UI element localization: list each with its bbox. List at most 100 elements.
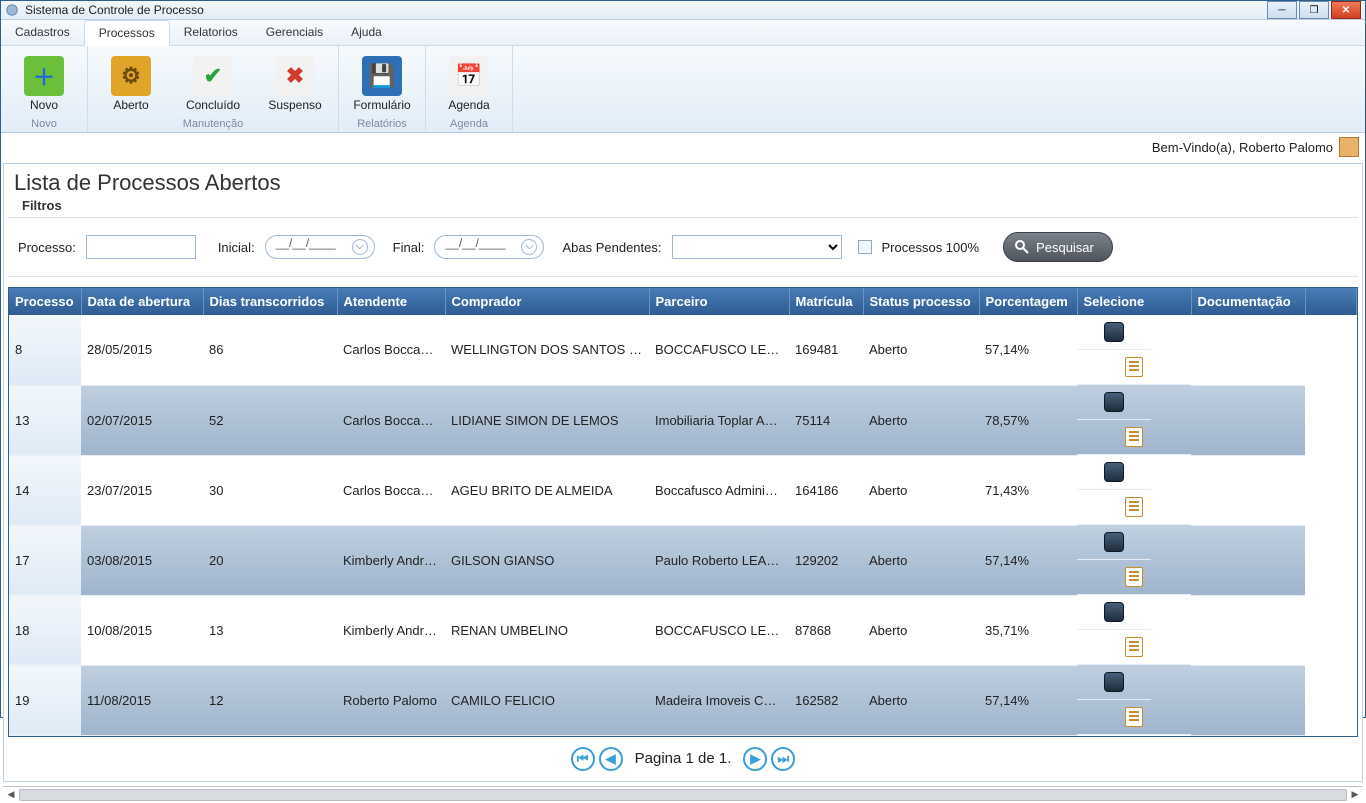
cell-selecione bbox=[1077, 455, 1151, 490]
cell-dias: 20 bbox=[203, 525, 337, 595]
menu-cadastros[interactable]: Cadastros bbox=[1, 20, 84, 45]
select-icon[interactable] bbox=[1104, 462, 1124, 482]
abas-select[interactable] bbox=[672, 235, 842, 259]
maximize-button[interactable]: ❐ bbox=[1299, 1, 1329, 19]
ribbon-button-label: Formulário bbox=[353, 98, 410, 112]
ribbon-group-relatórios: 💾FormulárioRelatórios bbox=[339, 46, 426, 132]
cell-dias: 12 bbox=[203, 665, 337, 735]
column-header[interactable]: Processo bbox=[9, 288, 81, 315]
ribbon-agenda-button[interactable]: 📅Agenda bbox=[430, 52, 508, 116]
document-icon[interactable] bbox=[1125, 567, 1143, 587]
table-row[interactable]: 828/05/201586Carlos BoccaFuscoWELLINGTON… bbox=[9, 315, 1357, 385]
content-panel: Lista de Processos Abertos Filtros Proce… bbox=[3, 163, 1363, 782]
cell-dias: 52 bbox=[203, 385, 337, 455]
cell-matricula: 75114 bbox=[789, 385, 863, 455]
menu-processos[interactable]: Processos bbox=[84, 20, 170, 46]
cell-status: Aberto bbox=[863, 385, 979, 455]
column-header[interactable]: Selecione bbox=[1077, 288, 1191, 315]
label-abas: Abas Pendentes: bbox=[562, 240, 661, 255]
table-row[interactable]: 1423/07/201530Carlos BoccaFuscoAGEU BRIT… bbox=[9, 455, 1357, 525]
document-icon[interactable] bbox=[1125, 357, 1143, 377]
column-header[interactable]: Parceiro bbox=[649, 288, 789, 315]
cell-parceiro: Imobiliaria Toplar Admini bbox=[649, 385, 789, 455]
column-header[interactable]: Matrícula bbox=[789, 288, 863, 315]
scroll-right-icon[interactable]: ▶ bbox=[1347, 787, 1363, 803]
column-header[interactable]: Data de abertura bbox=[81, 288, 203, 315]
cross-icon: ✖ bbox=[275, 56, 315, 96]
processo-input[interactable] bbox=[86, 235, 196, 259]
welcome-text: Bem-Vindo(a), Roberto Palomo bbox=[1152, 140, 1333, 155]
select-icon[interactable] bbox=[1104, 532, 1124, 552]
cell-pct: 35,71% bbox=[979, 595, 1077, 665]
final-input[interactable]: __/__/____ bbox=[434, 235, 544, 259]
table-row[interactable]: 1810/08/201513Kimberly AndressaRENAN UMB… bbox=[9, 595, 1357, 665]
select-icon[interactable] bbox=[1104, 602, 1124, 622]
cell-matricula: 162582 bbox=[789, 665, 863, 735]
column-header[interactable]: Documentação bbox=[1191, 288, 1305, 315]
pager-next-button[interactable]: ▶ bbox=[743, 747, 767, 771]
menubar: CadastrosProcessosRelatoriosGerenciaisAj… bbox=[1, 20, 1365, 46]
ribbon-aberto-button[interactable]: ⚙ Aberto bbox=[92, 52, 170, 116]
column-header[interactable]: Atendente bbox=[337, 288, 445, 315]
menu-ajuda[interactable]: Ajuda bbox=[337, 20, 396, 45]
cell-comprador: CAMILO FELICIO bbox=[445, 665, 649, 735]
select-icon[interactable] bbox=[1104, 672, 1124, 692]
ribbon-formulário-button[interactable]: 💾Formulário bbox=[343, 52, 421, 116]
select-icon[interactable] bbox=[1104, 322, 1124, 342]
ribbon-button-label: Agenda bbox=[448, 98, 489, 112]
ribbon-suspenso-button[interactable]: ✖Suspenso bbox=[256, 52, 334, 116]
document-icon[interactable] bbox=[1125, 707, 1143, 727]
scroll-left-icon[interactable]: ◀ bbox=[3, 787, 19, 803]
table-row[interactable]: 1302/07/201552Carlos BoccaFuscoLIDIANE S… bbox=[9, 385, 1357, 455]
document-icon[interactable] bbox=[1125, 637, 1143, 657]
menu-gerenciais[interactable]: Gerenciais bbox=[252, 20, 337, 45]
cell-parceiro: Boccafusco Administração bbox=[649, 455, 789, 525]
close-button[interactable]: ✕ bbox=[1331, 1, 1361, 19]
cell-status: Aberto bbox=[863, 455, 979, 525]
ribbon-button-label: Aberto bbox=[113, 98, 148, 112]
column-header[interactable]: Dias transcorridos bbox=[203, 288, 337, 315]
pager-prev-button[interactable]: ◀ bbox=[599, 747, 623, 771]
inicial-input[interactable]: __/__/____ bbox=[265, 235, 375, 259]
column-header[interactable]: Status processo bbox=[863, 288, 979, 315]
pager-last-button[interactable]: ⏭ bbox=[771, 747, 795, 771]
scrollbar-thumb[interactable] bbox=[19, 789, 1347, 801]
select-icon[interactable] bbox=[1104, 392, 1124, 412]
cell-comprador: AGEU BRITO DE ALMEIDA bbox=[445, 455, 649, 525]
window-buttons: ─ ❐ ✕ bbox=[1265, 1, 1361, 19]
search-icon bbox=[1014, 239, 1030, 255]
cell-status: Aberto bbox=[863, 595, 979, 665]
column-header[interactable]: Comprador bbox=[445, 288, 649, 315]
cell-dias: 86 bbox=[203, 315, 337, 385]
processos100-checkbox[interactable] bbox=[858, 240, 872, 254]
table-row[interactable]: 1703/08/201520Kimberly AndressaGILSON GI… bbox=[9, 525, 1357, 595]
pager-text: Pagina 1 de 1. bbox=[635, 750, 732, 767]
cell-matricula: 169481 bbox=[789, 315, 863, 385]
ribbon-concluído-button[interactable]: ✔Concluído bbox=[174, 52, 252, 116]
menu-relatorios[interactable]: Relatorios bbox=[170, 20, 252, 45]
table-row[interactable]: 1911/08/201512Roberto PalomoCAMILO FELIC… bbox=[9, 665, 1357, 735]
cell-data: 23/07/2015 bbox=[81, 455, 203, 525]
cell-matricula: 129202 bbox=[789, 525, 863, 595]
cell-comprador: RENAN UMBELINO bbox=[445, 595, 649, 665]
label-final: Final: bbox=[393, 240, 425, 255]
document-icon[interactable] bbox=[1125, 497, 1143, 517]
filter-row: Processo: Inicial: __/__/____ Final: __/… bbox=[8, 218, 1358, 277]
column-header[interactable]: Porcentagem bbox=[979, 288, 1077, 315]
ribbon: ＋NovoNovo⚙Aberto✔Concluído✖SuspensoManut… bbox=[1, 46, 1365, 133]
pager-first-button[interactable]: ⏮ bbox=[571, 747, 595, 771]
cell-parceiro: Madeira Imoveis Compra bbox=[649, 665, 789, 735]
search-button[interactable]: Pesquisar bbox=[1003, 232, 1113, 262]
avatar[interactable] bbox=[1339, 137, 1359, 157]
cell-pct: 57,14% bbox=[979, 525, 1077, 595]
horizontal-scrollbar[interactable]: ◀ ▶ bbox=[3, 786, 1363, 787]
label-inicial: Inicial: bbox=[218, 240, 255, 255]
ribbon-novo-button[interactable]: ＋Novo bbox=[5, 52, 83, 116]
minimize-button[interactable]: ─ bbox=[1267, 1, 1297, 19]
cell-selecione bbox=[1077, 595, 1151, 630]
ribbon-button-label: Concluído bbox=[186, 98, 240, 112]
cell-parceiro: BOCCAFUSCO LEOPOLDI bbox=[649, 315, 789, 385]
cell-data: 28/05/2015 bbox=[81, 315, 203, 385]
gear-icon: ⚙ bbox=[111, 56, 151, 96]
document-icon[interactable] bbox=[1125, 427, 1143, 447]
